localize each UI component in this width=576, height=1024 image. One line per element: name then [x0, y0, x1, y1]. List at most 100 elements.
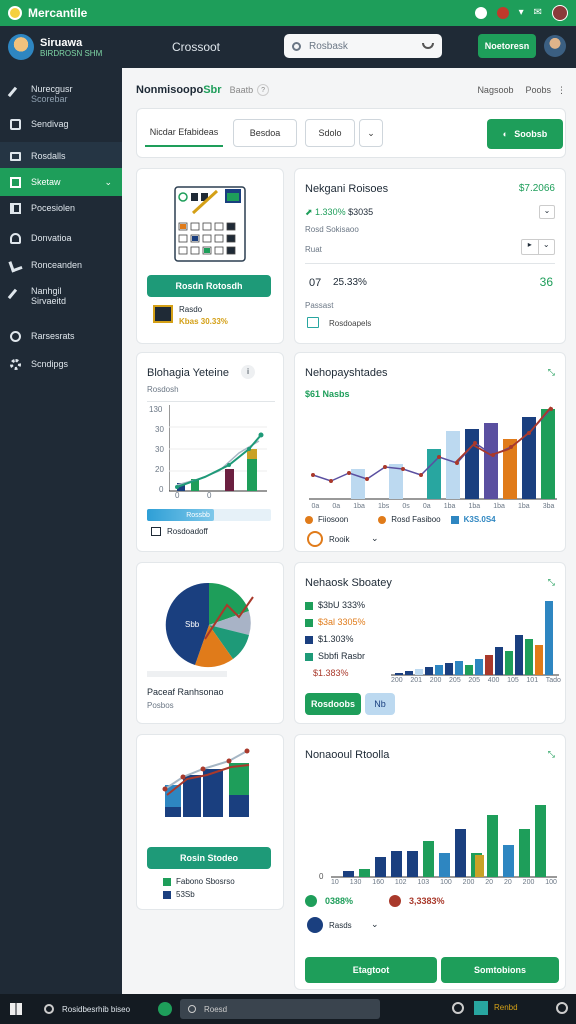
- legend-dot: [389, 895, 402, 907]
- bars-trend-right-button[interactable]: Somtobions: [441, 957, 559, 983]
- point: [329, 479, 333, 483]
- calendar-button[interactable]: Rosdn Rotosdh: [147, 275, 271, 297]
- bar: [455, 661, 463, 675]
- tools-icon: [8, 257, 23, 273]
- sidebar-item-donvatioa[interactable]: Donvatioa: [0, 224, 122, 252]
- power-icon[interactable]: [556, 1002, 568, 1014]
- wrench-icon: [7, 86, 24, 102]
- x-tick: 1ba: [468, 503, 481, 510]
- primary-action-button[interactable]: ◐ Soobsb: [487, 119, 563, 149]
- brand-subtitle: BIRDROSN SHM: [40, 48, 103, 58]
- search-icon[interactable]: [44, 1004, 54, 1014]
- point: [180, 774, 186, 780]
- more-icon[interactable]: ⋮: [557, 85, 566, 96]
- pie-sub: Posbos: [147, 701, 174, 710]
- point: [365, 477, 369, 481]
- account-avatar[interactable]: [552, 5, 568, 21]
- windows-icon[interactable]: [10, 1003, 22, 1015]
- sidebar-item-pocesiolen[interactable]: Pocesiolen: [0, 194, 122, 222]
- bar: [415, 669, 423, 675]
- header-link-b[interactable]: Poobs: [525, 85, 551, 95]
- metrics-stepper[interactable]: ▸ ⌄: [521, 239, 555, 255]
- bars-primary-button[interactable]: Rosdoobs: [305, 693, 361, 715]
- chevron-down-icon[interactable]: ⌄: [371, 533, 379, 544]
- app-icon[interactable]: [474, 1001, 488, 1015]
- record-icon[interactable]: [496, 7, 509, 19]
- metrics-dropdown[interactable]: ⌄: [539, 205, 555, 219]
- info-icon[interactable]: i: [241, 365, 255, 379]
- header-action-button[interactable]: Noetoresn: [478, 34, 536, 58]
- help-icon[interactable]: ?: [257, 84, 270, 96]
- tab-overview[interactable]: Nicdar Efabideas: [145, 119, 223, 147]
- search-input[interactable]: Rosbask: [284, 34, 442, 58]
- bars-trend-legend: 0388% 3,3383%: [305, 895, 445, 907]
- bar: [525, 639, 533, 675]
- title-bar: Mercantile ▾ ✉: [0, 0, 576, 26]
- expand-icon[interactable]: ⤡: [548, 749, 555, 760]
- bars-secondary-button[interactable]: Nb: [365, 693, 395, 715]
- y-tick: 0: [159, 485, 164, 494]
- share-icon[interactable]: ✉: [534, 7, 542, 19]
- sidebar-item-scndipgs[interactable]: Scndipgs: [0, 350, 122, 378]
- sidebar-item-nanhgil[interactable]: Nanhgil Sirvaeitd: [0, 278, 122, 314]
- bar: [405, 671, 413, 675]
- progress-fill: Rossbb: [147, 509, 214, 521]
- wifi-icon[interactable]: ▾: [519, 7, 524, 19]
- expand-icon[interactable]: ⤡: [548, 577, 555, 588]
- tab-dropdown[interactable]: ⌄: [359, 119, 383, 147]
- stepper-left-icon[interactable]: ▸: [522, 240, 539, 254]
- settings-icon[interactable]: [452, 1002, 464, 1014]
- header-link-a[interactable]: Nagsoob: [477, 85, 513, 95]
- x-tick: 0s: [402, 503, 410, 510]
- smile-icon[interactable]: [422, 43, 434, 49]
- line-chart-card: Blohagia Yeteine i Rosdosh 130 30 30 20 …: [136, 352, 284, 552]
- sidebar-item-sketaw[interactable]: Sketaw ⌄: [0, 168, 122, 196]
- sidebar-item-label: Rosdalls: [31, 151, 66, 161]
- sidebar-item-label: Donvatioa: [31, 233, 72, 243]
- document-icon: [307, 317, 319, 328]
- taskbar-right-label: Renbd: [494, 1003, 518, 1012]
- point: [247, 447, 251, 451]
- sidebar-item-ronceanden[interactable]: Ronceanden: [0, 251, 122, 279]
- x-tick: 0a: [422, 503, 431, 510]
- primary-action-label: Soobsb: [514, 129, 548, 139]
- sidebar-item-rarsesrats[interactable]: Rarsesrats: [0, 322, 122, 350]
- taskbar-search[interactable]: Roesd: [180, 999, 380, 1019]
- bars-trend-title: Nonaooul Rtoolla: [305, 749, 390, 761]
- chevron-down-icon: ⌄: [104, 176, 112, 187]
- legend-item: Fabono Sbosrso: [163, 875, 235, 888]
- info-icon[interactable]: [474, 7, 487, 19]
- metrics-small-label: Passast: [305, 301, 334, 310]
- user-avatar[interactable]: [544, 35, 566, 57]
- taskbar-app-label[interactable]: Rosidbesrhib biseo: [62, 1005, 130, 1014]
- bar: [535, 645, 543, 675]
- point: [473, 441, 477, 445]
- tab-third[interactable]: Sdolo: [305, 119, 355, 147]
- chevron-down-icon[interactable]: ⌄: [371, 919, 379, 930]
- sidebar-item-sendivag[interactable]: Sendivag: [0, 110, 122, 138]
- divider: [305, 263, 555, 264]
- legend-value-a: 0388%: [325, 896, 354, 906]
- bars-trend-left-button[interactable]: Etagtoot: [305, 957, 437, 983]
- stepper-right-icon[interactable]: ⌄: [539, 240, 555, 254]
- bar-line-chart-card: Nehopayshtades ⤡ $61 Nasbs 0a 0a 1ba 1bs 0s 0…: [294, 352, 566, 552]
- search-icon: [188, 1005, 196, 1013]
- metrics-footer-label: Rosdoapels: [329, 319, 372, 328]
- sidebar-item-label: Nanhgil: [31, 286, 62, 296]
- sidebar-item-nurecgusr[interactable]: Nurecgusr Scorebar: [0, 76, 122, 112]
- sidebar-item-label: Scndipgs: [31, 359, 69, 369]
- x-axis: 200 201 200 205 205 400 105 101 Tado: [391, 677, 561, 684]
- page-title-accent: Sbr: [203, 84, 222, 96]
- point: [549, 407, 553, 411]
- app-icon[interactable]: [158, 1002, 172, 1016]
- point: [227, 463, 231, 467]
- bars-illustration-button[interactable]: Rosin Stodeo: [147, 847, 271, 869]
- sidebar-item-rosdalls[interactable]: Rosdalls: [0, 142, 122, 170]
- x-tick: 10: [331, 879, 339, 886]
- x-axis: 0a 0a 1ba 1bs 0s 0a 1ba 1ba 1ba 1ba 3ba: [305, 503, 561, 510]
- chevron-down-icon: ⌄: [367, 127, 375, 138]
- brand: Siruawa BIRDROSN SHM: [40, 37, 136, 58]
- sidebar-item-sublabel: Sirvaeitd: [31, 296, 67, 306]
- expand-icon[interactable]: ⤡: [548, 367, 555, 378]
- tab-second[interactable]: Besdoa: [233, 119, 297, 147]
